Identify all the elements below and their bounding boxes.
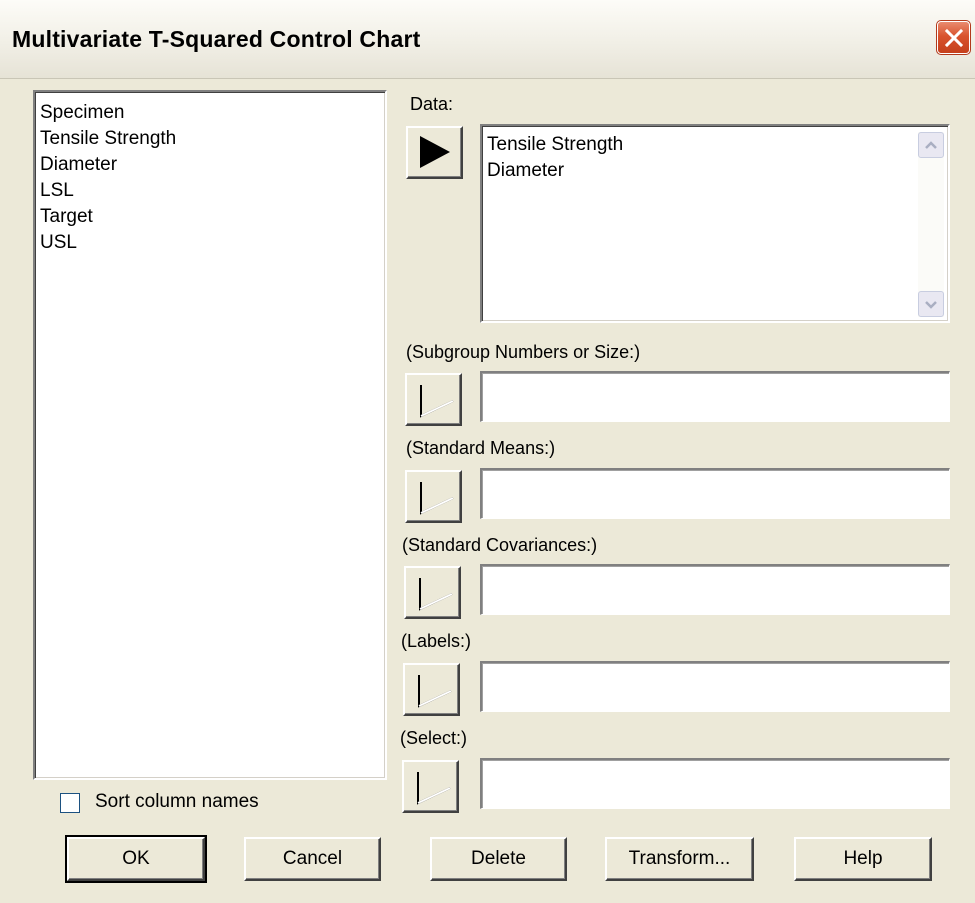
scroll-down-button[interactable] xyxy=(918,291,944,317)
list-item[interactable]: Tensile Strength xyxy=(482,132,948,158)
list-item[interactable]: Target xyxy=(35,204,385,230)
scroll-up-button[interactable] xyxy=(918,132,944,158)
transform-button-label: Transform... xyxy=(628,848,731,869)
data-label: Data: xyxy=(410,94,454,114)
standard-means-field[interactable] xyxy=(480,468,950,519)
labels-label: (Labels:) xyxy=(401,631,472,651)
standard-means-add-button[interactable] xyxy=(405,470,462,523)
cancel-button-label: Cancel xyxy=(282,848,343,869)
subgroup-field[interactable] xyxy=(480,371,950,422)
delete-button[interactable]: Delete xyxy=(430,837,567,881)
list-item[interactable]: Diameter xyxy=(482,158,948,184)
list-item[interactable]: USL xyxy=(35,230,385,256)
subgroup-label: (Subgroup Numbers or Size:) xyxy=(406,342,641,362)
window-title: Multivariate T-Squared Control Chart xyxy=(12,26,421,52)
cancel-button[interactable]: Cancel xyxy=(244,837,381,881)
standard-means-label: (Standard Means:) xyxy=(406,438,556,458)
select-label: (Select:) xyxy=(400,728,468,748)
title-bar: Multivariate T-Squared Control Chart xyxy=(0,0,975,79)
list-item[interactable]: Tensile Strength xyxy=(35,126,385,152)
arrow-right-outline-icon xyxy=(418,675,452,708)
sort-columns-label: Sort column names xyxy=(95,791,259,812)
data-add-button[interactable] xyxy=(406,126,463,179)
data-list[interactable]: Tensile Strength Diameter xyxy=(480,124,950,323)
subgroup-add-button[interactable] xyxy=(405,373,462,426)
help-button[interactable]: Help xyxy=(794,837,932,881)
standard-covariances-add-button[interactable] xyxy=(404,566,461,619)
standard-covariances-label: (Standard Covariances:) xyxy=(402,535,598,555)
ok-button-label: OK xyxy=(122,848,150,869)
arrow-right-outline-icon xyxy=(417,772,451,805)
arrow-right-outline-icon xyxy=(420,482,454,515)
transform-button[interactable]: Transform... xyxy=(605,837,754,881)
list-item[interactable]: Diameter xyxy=(35,152,385,178)
chevron-down-icon xyxy=(925,301,937,309)
close-button[interactable] xyxy=(936,20,971,55)
arrow-right-outline-icon xyxy=(420,385,454,418)
chevron-up-icon xyxy=(925,141,937,149)
variables-list[interactable]: Specimen Tensile Strength Diameter LSL T… xyxy=(33,90,387,780)
arrow-right-icon xyxy=(420,136,450,168)
list-item[interactable]: Specimen xyxy=(35,100,385,126)
labels-add-button[interactable] xyxy=(403,663,460,716)
ok-button[interactable]: OK xyxy=(65,835,207,883)
data-scrollbar[interactable] xyxy=(918,132,944,317)
sort-columns-checkbox[interactable] xyxy=(60,793,80,813)
delete-button-label: Delete xyxy=(471,848,526,869)
arrow-right-outline-icon xyxy=(419,578,453,611)
standard-covariances-field[interactable] xyxy=(480,564,950,615)
close-icon xyxy=(944,28,964,48)
list-item[interactable]: LSL xyxy=(35,178,385,204)
labels-field[interactable] xyxy=(480,661,950,712)
select-field[interactable] xyxy=(480,758,950,809)
select-add-button[interactable] xyxy=(402,760,459,813)
help-button-label: Help xyxy=(843,848,883,869)
